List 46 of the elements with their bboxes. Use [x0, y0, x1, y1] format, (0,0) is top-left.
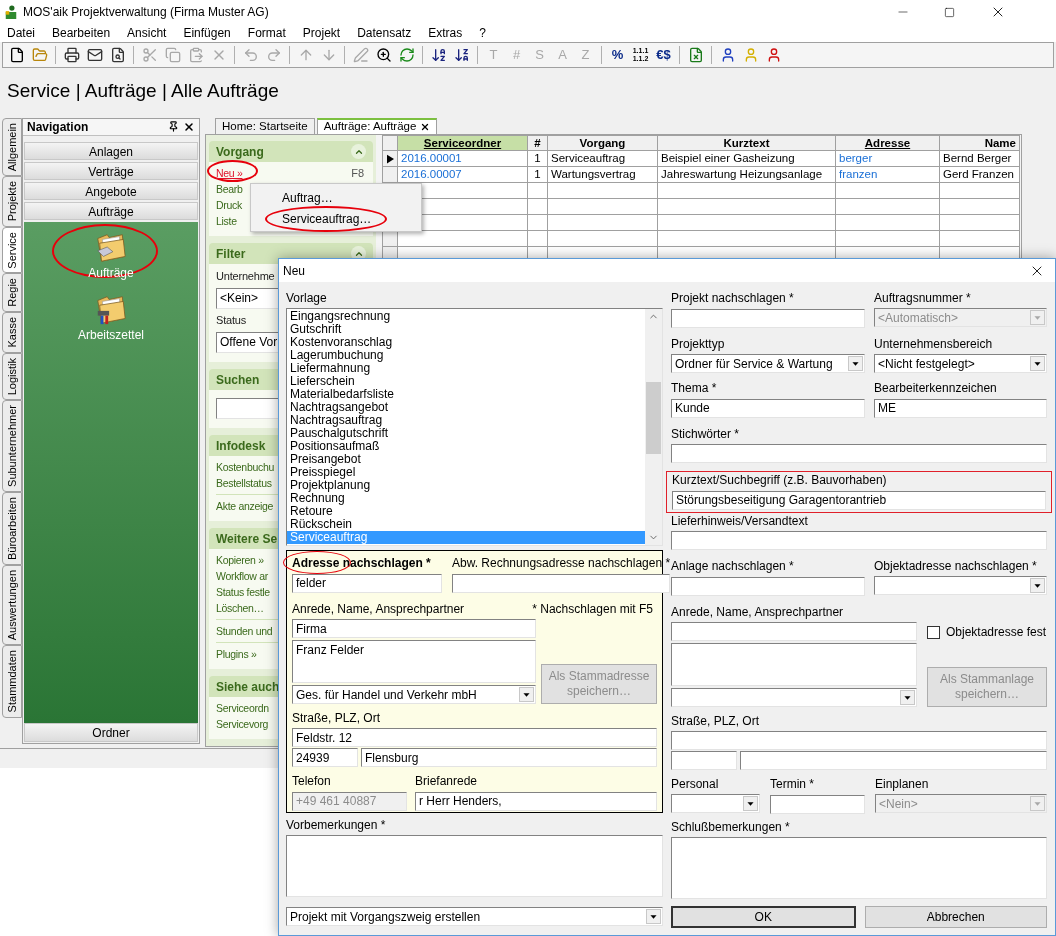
table-cell: Beispiel einer Gasheizung [658, 151, 836, 167]
checkbox-label: Objektadresse fest [946, 624, 1047, 641]
table-cell: Wartungsvertrag [548, 167, 658, 183]
field-label: Anrede, Name, Ansprechpartner [671, 605, 845, 619]
field-label: Unternehmensbereich [874, 337, 994, 351]
field-label: Projekttyp [671, 337, 726, 351]
field-label: Schlußbemerkungen * [671, 820, 791, 834]
table-cell: 1 [528, 167, 548, 183]
field-label: * Nachschlagen mit F5 [532, 602, 654, 616]
section-title: Weitere Se [216, 530, 278, 548]
field-label: Stichwörter * [671, 427, 741, 441]
field-label: Anrede, Name, Ansprechpartner [292, 602, 465, 616]
field-label: Telefon [292, 774, 332, 788]
shortcut-label: F8 [351, 165, 365, 181]
field-label: Anlage nachschlagen * [671, 559, 795, 573]
table-cell: Bernd Berger [940, 151, 1020, 167]
section-title: Infodesk [216, 437, 266, 455]
panel-title: Navigation [27, 119, 89, 136]
field-label: Straße, PLZ, Ort [671, 714, 761, 728]
field-label: Auftragsnummer * [874, 291, 972, 305]
field-label: Termin * [770, 777, 815, 791]
filter-label: Unternehme [216, 269, 275, 283]
breadcrumb-title: Service | Aufträge | Alle Aufträge [7, 78, 279, 103]
table-cell: Jahreswartung Heizungsanlage [658, 167, 836, 183]
table-cell: 1 [528, 151, 548, 167]
window-title: MOS'aik Projektverwaltung (Firma Muster AG) [23, 4, 269, 21]
table-cell: Serviceauftrag [548, 151, 658, 167]
section-title: Suchen [216, 371, 260, 389]
field-label: Lieferhinweis/Versandtext [671, 514, 809, 528]
field-label: Straße, PLZ, Ort [292, 711, 382, 725]
field-label: Personal [671, 777, 720, 791]
field-label: Vorlage [286, 291, 328, 305]
field-label: Objektadresse nachschlagen * [874, 559, 1038, 573]
field-label: Bearbeiterkennzeichen [874, 381, 998, 395]
field-label: Vorbemerkungen * [286, 818, 387, 832]
filter-label: Status [216, 313, 246, 327]
field-label: Briefanrede [415, 774, 479, 788]
field-label: Projekt nachschlagen * [671, 291, 795, 305]
section-title: Filter [216, 245, 246, 263]
field-label: Thema * [671, 381, 718, 395]
section-title: Vorgang [216, 143, 264, 161]
table-cell: Gerd Franzen [940, 167, 1020, 183]
dialog-title: Neu [283, 262, 305, 280]
field-label: Einplanen [875, 777, 930, 791]
field-label: Kurztext/Suchbegriff (z.B. Bauvorhaben) [672, 473, 888, 487]
field-label: Abw. Rechnungsadresse nachschlagen * [452, 556, 671, 570]
